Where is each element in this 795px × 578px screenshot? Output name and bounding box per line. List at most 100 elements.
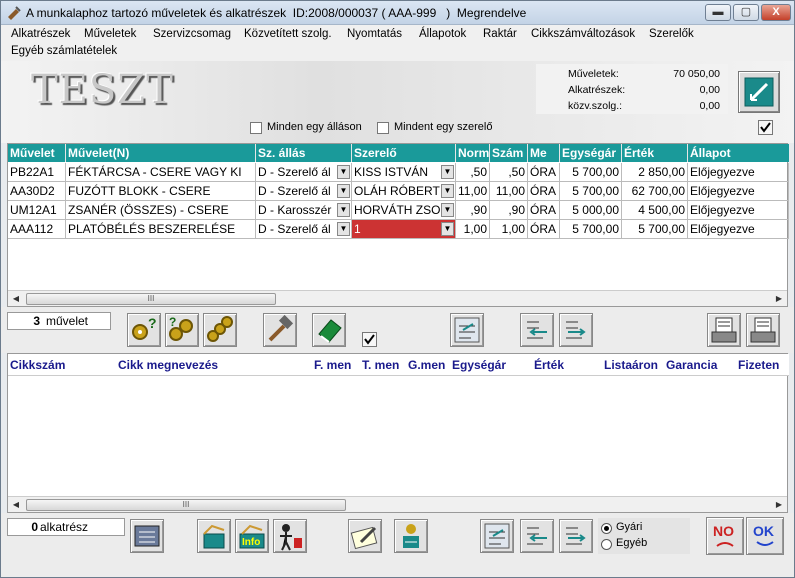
scroll-left-icon[interactable]: ◀	[10, 499, 22, 511]
gear-query-button[interactable]: ?	[127, 313, 161, 347]
table-row[interactable]: AA30D2 FUZÓTT BLOKK - CSERE D - Szerelő …	[8, 182, 789, 201]
parts-transfer-button[interactable]	[480, 519, 514, 553]
col-muvelet-n[interactable]: Művelet(N)	[66, 144, 256, 162]
ok-button[interactable]: OK	[746, 517, 784, 555]
gear-search-button[interactable]: ?	[165, 313, 199, 347]
parts-info-button[interactable]: Info	[235, 519, 269, 553]
table-row[interactable]: AAA112 PLATÓBÉLÉS BESZERELÉSE D - Szerel…	[8, 220, 789, 239]
parts-move-right-button[interactable]	[559, 519, 593, 553]
menu-muveletek[interactable]: Műveletek	[84, 28, 136, 40]
op-count: 3 művelet	[7, 312, 111, 330]
kozv-label: közv.szolg.:	[568, 100, 623, 112]
col-norm[interactable]: Norm	[456, 144, 490, 162]
check-icon	[364, 334, 375, 345]
menu-cikkszamvaltozasok[interactable]: Cikkszámváltozások	[531, 28, 635, 40]
menu-alkatreszek[interactable]: Alkatrészek	[11, 28, 70, 40]
col-t-men[interactable]: T. men	[360, 356, 406, 374]
transfer-button[interactable]	[450, 313, 484, 347]
tools-button[interactable]	[263, 313, 297, 347]
menu-szerelok[interactable]: Szerelők	[649, 28, 694, 40]
col-szerelo[interactable]: Szerelő	[352, 144, 456, 162]
col-muvelet[interactable]: Művelet	[8, 144, 66, 162]
scroll-right-icon[interactable]: ▶	[773, 293, 785, 305]
col-cikk-megnevezes[interactable]: Cikk megnevezés	[116, 356, 312, 374]
menu-kozvetitett-szolg[interactable]: Közvetített szolg.	[244, 28, 332, 40]
scroll-thumb[interactable]: III	[26, 293, 276, 305]
table-row[interactable]: PB22A1 FÉKTÁRCSA - CSERE VAGY KI D - Sze…	[8, 163, 789, 182]
col-ertek[interactable]: Érték	[532, 356, 602, 374]
parts-toolbar: 0 alkatrész Info Gyári Egyéb NO OK	[1, 513, 794, 577]
chevron-down-icon[interactable]: ▼	[441, 165, 454, 179]
col-szam[interactable]: Szám	[490, 144, 528, 162]
minimize-button[interactable]: ▬	[705, 4, 731, 21]
allas-value: D - Karosszér	[258, 203, 332, 217]
scroll-left-icon[interactable]: ◀	[10, 293, 22, 305]
menu-allapotok[interactable]: Állapotok	[419, 28, 466, 40]
table-row[interactable]: UM12A1 ZSANÉR (ÖSSZES) - CSERE D - Karos…	[8, 201, 789, 220]
edit-button[interactable]	[738, 71, 780, 113]
allas-select[interactable]: D - Szerelő ál ▼	[256, 182, 352, 201]
move-right-button[interactable]	[559, 313, 593, 347]
col-listaaron[interactable]: Listaáron	[602, 356, 664, 374]
col-allapot[interactable]: Állapot	[688, 144, 789, 162]
svg-text:NO: NO	[713, 523, 734, 539]
chevron-down-icon[interactable]: ▼	[337, 165, 350, 179]
parts-move-left-button[interactable]	[520, 519, 554, 553]
operations-hscrollbar[interactable]: ◀ III ▶	[8, 290, 787, 306]
col-cikkszam[interactable]: Cikkszám	[8, 356, 116, 374]
col-me[interactable]: Me	[528, 144, 560, 162]
egyeb-radio[interactable]	[601, 539, 612, 550]
app-icon	[8, 6, 21, 20]
col-egysegar[interactable]: Egységár	[450, 356, 532, 374]
calculator-button[interactable]	[130, 519, 164, 553]
cell-ertek: 2 850,00	[622, 163, 688, 182]
chevron-down-icon[interactable]: ▼	[337, 222, 350, 236]
op-toggle-checkbox[interactable]	[362, 332, 377, 347]
chevron-down-icon[interactable]: ▼	[337, 184, 350, 198]
edit-note-button[interactable]	[348, 519, 382, 553]
minden-egy-szerelo-checkbox[interactable]	[377, 122, 389, 134]
col-f-men[interactable]: F. men	[312, 356, 360, 374]
window-title: A munkalaphoz tartozó műveletek és alkat…	[26, 6, 527, 20]
no-button[interactable]: NO	[706, 517, 744, 555]
chevron-down-icon[interactable]: ▼	[441, 222, 454, 236]
parts-search-button[interactable]	[197, 519, 231, 553]
chevron-down-icon[interactable]: ▼	[441, 184, 454, 198]
allas-value: D - Szerelő ál	[258, 222, 331, 236]
maximize-button[interactable]: ▢	[733, 4, 759, 21]
chevron-down-icon[interactable]: ▼	[337, 203, 350, 217]
book-button[interactable]	[312, 313, 346, 347]
menu-nyomtatas[interactable]: Nyomtatás	[347, 28, 402, 40]
col-fizeten[interactable]: Fizeten	[736, 356, 789, 374]
menu-raktar[interactable]: Raktár	[483, 28, 517, 40]
gears-list-button[interactable]	[203, 313, 237, 347]
select-all-checkbox[interactable]	[758, 120, 773, 135]
cell-egysegar: 5 700,00	[560, 182, 622, 201]
menu-egyeb-szamlatetelek[interactable]: Egyéb számlatételek	[11, 45, 117, 57]
szerelo-select[interactable]: HORVÁTH ZSO ▼	[352, 201, 456, 220]
chevron-down-icon[interactable]: ▼	[441, 203, 454, 217]
scroll-right-icon[interactable]: ▶	[773, 499, 785, 511]
allas-select[interactable]: D - Karosszér ▼	[256, 201, 352, 220]
col-sz-allas[interactable]: Sz. állás	[256, 144, 352, 162]
col-garancia[interactable]: Garancia	[664, 356, 736, 374]
close-button[interactable]: X	[761, 4, 791, 21]
allas-select[interactable]: D - Szerelő ál ▼	[256, 163, 352, 182]
gyari-radio[interactable]	[601, 523, 612, 534]
move-left-button[interactable]	[520, 313, 554, 347]
col-egysegar[interactable]: Egységár	[560, 144, 622, 162]
scroll-thumb[interactable]: III	[26, 499, 346, 511]
szerelo-select[interactable]: KISS ISTVÁN ▼	[352, 163, 456, 182]
person-list-button[interactable]	[394, 519, 428, 553]
szerelo-select[interactable]: 1 ▼	[352, 220, 456, 239]
allas-select[interactable]: D - Szerelő ál ▼	[256, 220, 352, 239]
parts-hscrollbar[interactable]: ◀ III ▶	[8, 496, 787, 512]
szerelo-select[interactable]: OLÁH RÓBERT ▼	[352, 182, 456, 201]
print-button[interactable]	[707, 313, 741, 347]
print-preview-button[interactable]	[746, 313, 780, 347]
col-g-men[interactable]: G.men	[406, 356, 450, 374]
menu-szervizcsomag[interactable]: Szervizcsomag	[153, 28, 231, 40]
worker-button[interactable]	[273, 519, 307, 553]
minden-egy-allason-checkbox[interactable]	[250, 122, 262, 134]
col-ertek[interactable]: Érték	[622, 144, 688, 162]
